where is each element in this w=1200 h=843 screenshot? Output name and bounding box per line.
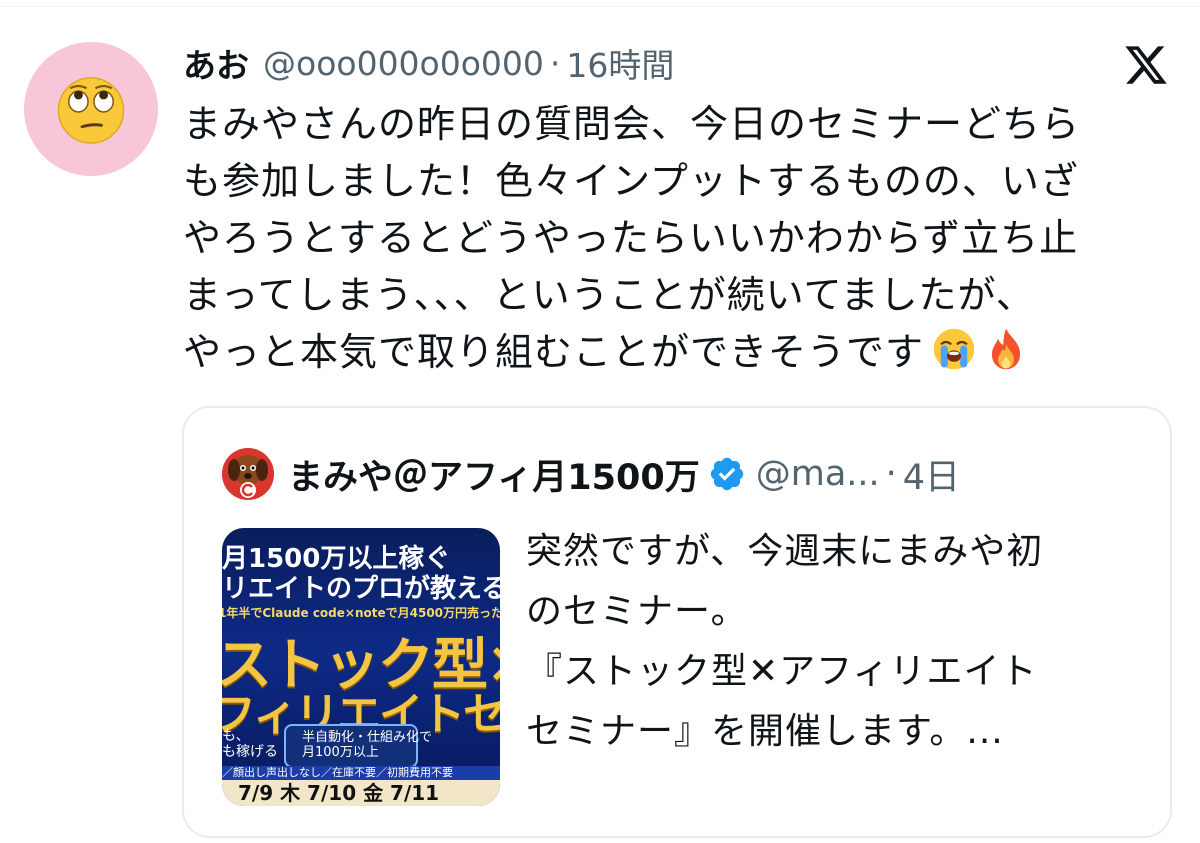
tweet-text-line-last: やっと本気で取り組むことができそうです (183, 324, 1173, 381)
banner-pill-text: 半自動化・仕組み化で 月100万以上 (302, 730, 432, 760)
dog-avatar-icon (222, 448, 274, 500)
tweet-time[interactable]: 16時間 (566, 39, 674, 87)
quoted-author-name[interactable]: まみや＠アフィ月1500万 (288, 449, 700, 500)
quoted-tweet-header: まみや＠アフィ月1500万 @ma... · 4日 (222, 448, 960, 500)
tweet-text-line: まみやさんの昨日の質問会、今日のセミナーどちら (183, 102, 1081, 146)
banner-dates: 7/9 木 7/10 金 7/11 (222, 780, 500, 806)
quoted-text-line: 『ストック型✕アフィリエイト (526, 651, 1038, 692)
separator-dot: · (885, 454, 897, 494)
quoted-text-line: のセミナー。 (526, 591, 748, 632)
banner-side-text: も、 も稼げる (222, 728, 278, 760)
tweet-text: まみやさんの昨日の質問会、今日のセミナーどちら も参加しました！色々インプットす… (183, 96, 1173, 381)
quoted-tweet-card[interactable]: まみや＠アフィ月1500万 @ma... · 4日 月1500万以上稼ぐ リエイ… (182, 406, 1172, 838)
banner-side-text-1: も、 (222, 728, 250, 744)
author-avatar[interactable] (24, 42, 158, 176)
tweet-text-line: も参加しました！色々インプットするものの、いざ (183, 159, 1079, 203)
banner-line-2: リエイトのプロが教える！ (222, 574, 500, 604)
banner-pill-text-1: 半自動化・仕組み化で (302, 730, 433, 745)
author-handle[interactable]: @ooo000o0o000 (263, 44, 544, 83)
seminar-banner-image[interactable]: 月1500万以上稼ぐ リエイトのプロが教える！ 1年半でClaude code×… (222, 528, 500, 806)
tweet-header: あお @ooo000o0o000 · 16時間 (183, 38, 674, 88)
quoted-tweet-text: 突然ですが、今週末にまみや初 のセミナー。 『ストック型✕アフィリエイト セミナ… (526, 522, 1146, 762)
separator-dot: · (549, 43, 561, 83)
banner-pill-text-2: 月100万以上 (302, 745, 379, 760)
quoted-tweet-time[interactable]: 4日 (903, 449, 960, 500)
banner-line-3: 1年半でClaude code×noteで月4500万円売った裏側も公 (222, 606, 500, 620)
tweet-text-line-content: やっと本気で取り組むことができそうです (183, 330, 925, 374)
loudly-crying-face-icon (933, 328, 975, 370)
quoted-author-avatar[interactable] (222, 448, 274, 500)
tweet-text-line: やろうとするとどうやったらいいかわからず立ち止 (183, 216, 1079, 260)
banner-strip: ／顔出し声出しなし／在庫不要／初期費用不要 (222, 766, 500, 780)
top-divider (0, 6, 1200, 7)
quoted-text-line: セミナー』を開催します。... (526, 711, 1004, 752)
banner-side-text-2: も稼げる (222, 744, 278, 760)
author-name[interactable]: あお (183, 39, 249, 87)
face-with-rolling-eyes-icon (57, 77, 125, 144)
x-logo-icon[interactable] (1122, 42, 1170, 88)
quoted-author-handle[interactable]: @ma... (756, 454, 880, 494)
verified-badge-icon (710, 457, 743, 491)
fire-icon (991, 328, 1021, 370)
quoted-text-line: 突然ですが、今週末にまみや初 (526, 531, 1044, 572)
tweet-text-line: まってしまう、、、ということが続いてましたが、 (183, 273, 1035, 317)
